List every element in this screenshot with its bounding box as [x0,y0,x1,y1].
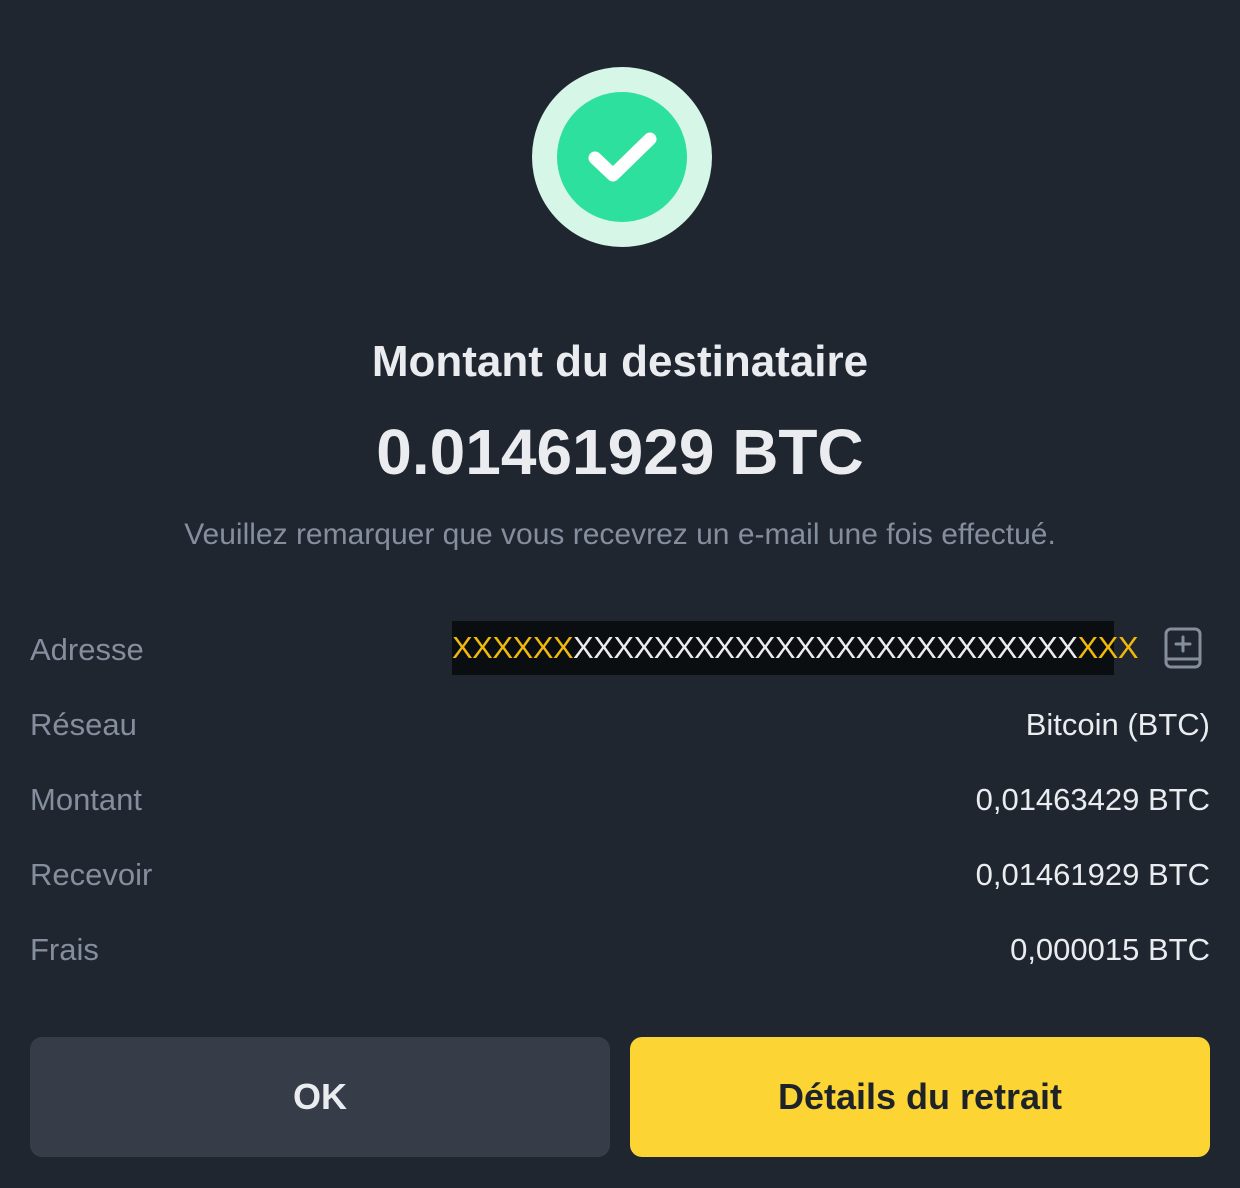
recipient-amount: 0.01461929 BTC [376,416,864,488]
page-title: Montant du destinataire [371,337,869,386]
amount-label: Montant [30,782,143,817]
detail-row-fee: Frais 0,000015 BTC [30,926,1210,974]
email-notice: Veuillez remarquer que vous recevrez un … [184,518,1056,551]
address-suffix: XXX [1077,630,1138,665]
detail-row-address: Adresse XXXXXXXXXXXXXXXXXXXXXXXXXXXXXXXX… [30,621,1210,675]
ok-button[interactable]: OK [30,1037,610,1157]
network-value: Bitcoin (BTC) [1025,707,1210,742]
address-middle: XXXXXXXXXXXXXXXXXXXXXXXXX [573,630,1078,665]
fee-label: Frais [30,932,99,967]
checkmark-icon [588,132,657,182]
address-prefix: XXXXXX [451,630,574,665]
address-value: XXXXXXXXXXXXXXXXXXXXXXXXXXXXXXXXXX [451,620,1138,676]
address-book-icon[interactable] [1162,626,1206,670]
receive-value: 0,01461929 BTC [975,857,1210,892]
fee-value: 0,000015 BTC [1010,932,1210,967]
check-circle-icon [557,92,687,222]
network-label: Réseau [30,707,137,742]
address-value-group: XXXXXXXXXXXXXXXXXXXXXXXXXXXXXXXXXX [451,620,1210,676]
detail-row-amount: Montant 0,01463429 BTC [30,776,1210,824]
withdrawal-details-button[interactable]: Détails du retrait [630,1037,1210,1157]
success-badge [532,67,712,247]
detail-row-network: Réseau Bitcoin (BTC) [30,701,1210,749]
address-label: Adresse [30,632,144,667]
amount-value: 0,01463429 BTC [975,782,1210,817]
receive-label: Recevoir [30,857,153,892]
detail-row-receive: Recevoir 0,01461929 BTC [30,851,1210,899]
